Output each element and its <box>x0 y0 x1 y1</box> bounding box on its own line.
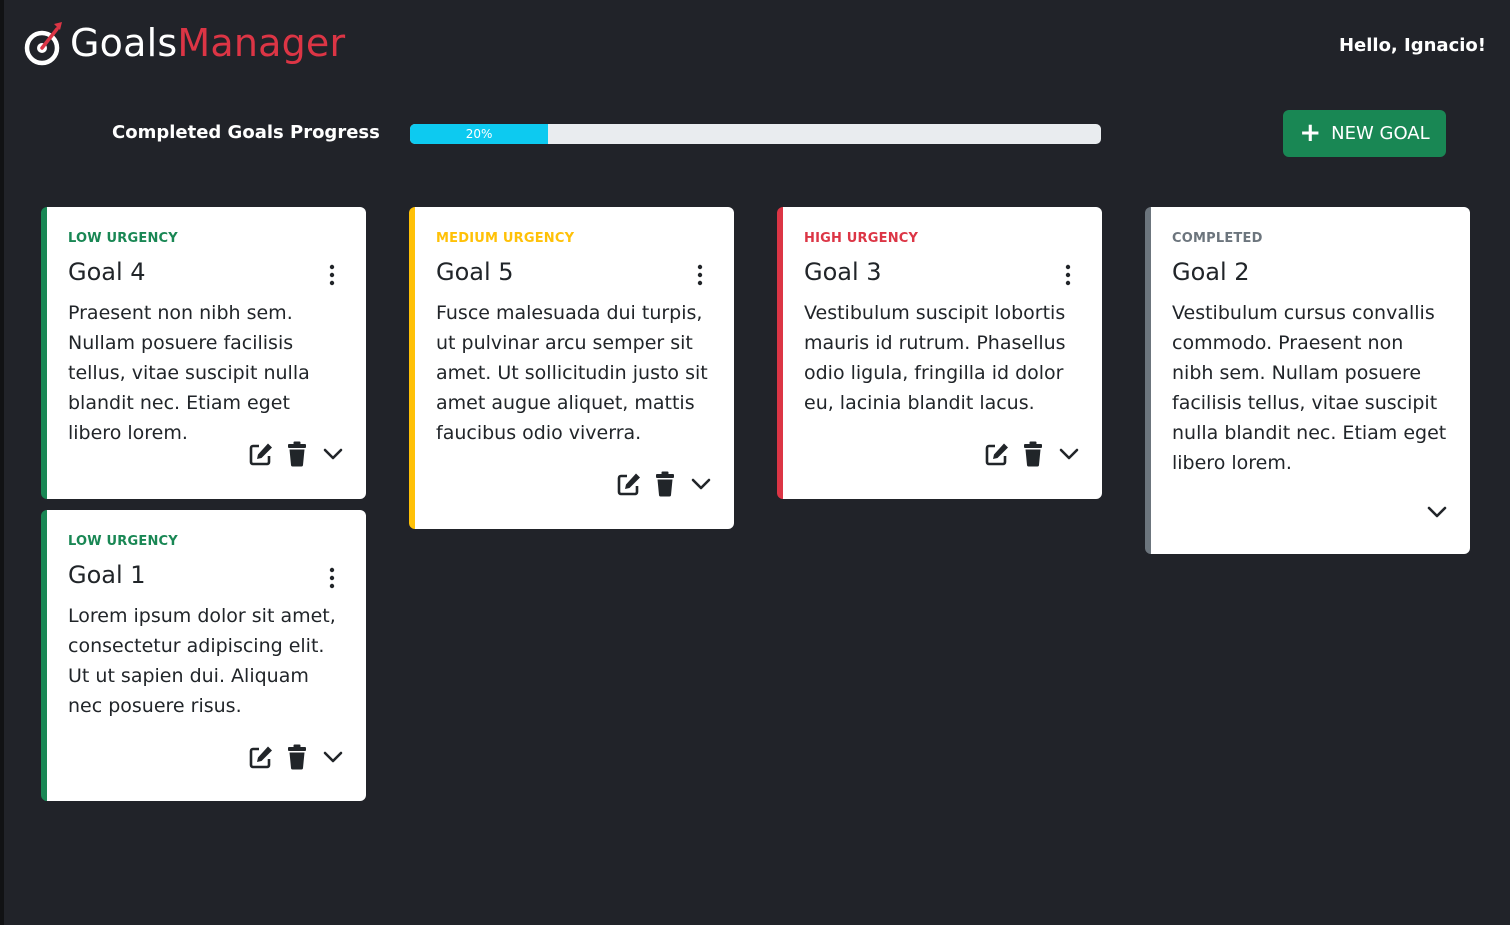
edit-icon[interactable] <box>248 744 274 770</box>
brand-name-part2: Manager <box>177 21 346 65</box>
goal-card: MEDIUM URGENCY Goal 5 Fusce malesuada du… <box>409 207 734 529</box>
plus-icon: + <box>1299 117 1322 148</box>
goal-description: Fusce malesuada dui turpis, ut pulvinar … <box>436 302 708 444</box>
urgency-badge: LOW URGENCY <box>68 231 178 246</box>
goal-description: Vestibulum cursus convallis commodo. Pra… <box>1172 302 1447 474</box>
target-logo-icon <box>24 22 62 66</box>
goal-description: Lorem ipsum dolor sit amet, consectetur … <box>68 605 336 717</box>
more-options-icon[interactable] <box>324 264 340 286</box>
edit-icon[interactable] <box>984 441 1010 467</box>
edit-icon[interactable] <box>616 471 642 497</box>
urgency-badge: HIGH URGENCY <box>804 231 919 246</box>
more-options-icon[interactable] <box>692 264 708 286</box>
more-options-icon[interactable] <box>1060 264 1076 286</box>
goal-card: LOW URGENCY Goal 1 Lorem ipsum dolor sit… <box>41 510 366 801</box>
goal-title: Goal 4 <box>68 258 146 286</box>
goal-card: LOW URGENCY Goal 4 Praesent non nibh sem… <box>41 207 366 499</box>
chevron-down-icon[interactable] <box>320 441 346 467</box>
edit-icon[interactable] <box>248 441 274 467</box>
more-options-icon[interactable] <box>324 567 340 589</box>
card-actions <box>616 471 714 497</box>
urgency-badge: MEDIUM URGENCY <box>436 231 575 246</box>
progress-fill: 20% <box>410 124 549 144</box>
user-greeting: Hello, Ignacio! <box>1338 35 1486 56</box>
chevron-down-icon[interactable] <box>1056 441 1082 467</box>
goal-card: COMPLETED Goal 2 Vestibulum cursus conva… <box>1145 207 1470 554</box>
progress-bar: 20% <box>410 124 1101 144</box>
goal-card: HIGH URGENCY Goal 3 Vestibulum suscipit … <box>777 207 1102 499</box>
app-logo[interactable]: GoalsManager <box>24 18 345 68</box>
card-actions <box>1424 499 1450 525</box>
new-goal-button[interactable]: + NEW GOAL <box>1283 110 1446 157</box>
goal-title: Goal 1 <box>68 561 146 589</box>
card-actions <box>984 441 1082 467</box>
goal-title: Goal 3 <box>804 258 882 286</box>
chevron-down-icon[interactable] <box>688 471 714 497</box>
card-actions <box>248 441 346 467</box>
goal-title: Goal 2 <box>1172 258 1250 286</box>
trash-icon[interactable] <box>286 744 308 770</box>
status-badge: COMPLETED <box>1172 231 1263 246</box>
card-actions <box>248 744 346 770</box>
urgency-badge: LOW URGENCY <box>68 534 178 549</box>
header: GoalsManager Hello, Ignacio! <box>4 0 1510 95</box>
brand-name: GoalsManager <box>70 21 345 65</box>
trash-icon[interactable] <box>1022 441 1044 467</box>
goal-description: Praesent non nibh sem. Nullam posuere fa… <box>68 302 310 444</box>
progress-label: Completed Goals Progress <box>112 122 380 143</box>
goal-description: Vestibulum suscipit lobortis mauris id r… <box>804 302 1066 414</box>
trash-icon[interactable] <box>654 471 676 497</box>
brand-name-part1: Goals <box>70 21 178 65</box>
trash-icon[interactable] <box>286 441 308 467</box>
chevron-down-icon[interactable] <box>320 744 346 770</box>
chevron-down-icon[interactable] <box>1424 499 1450 525</box>
goal-title: Goal 5 <box>436 258 514 286</box>
new-goal-button-label: NEW GOAL <box>1331 123 1430 144</box>
